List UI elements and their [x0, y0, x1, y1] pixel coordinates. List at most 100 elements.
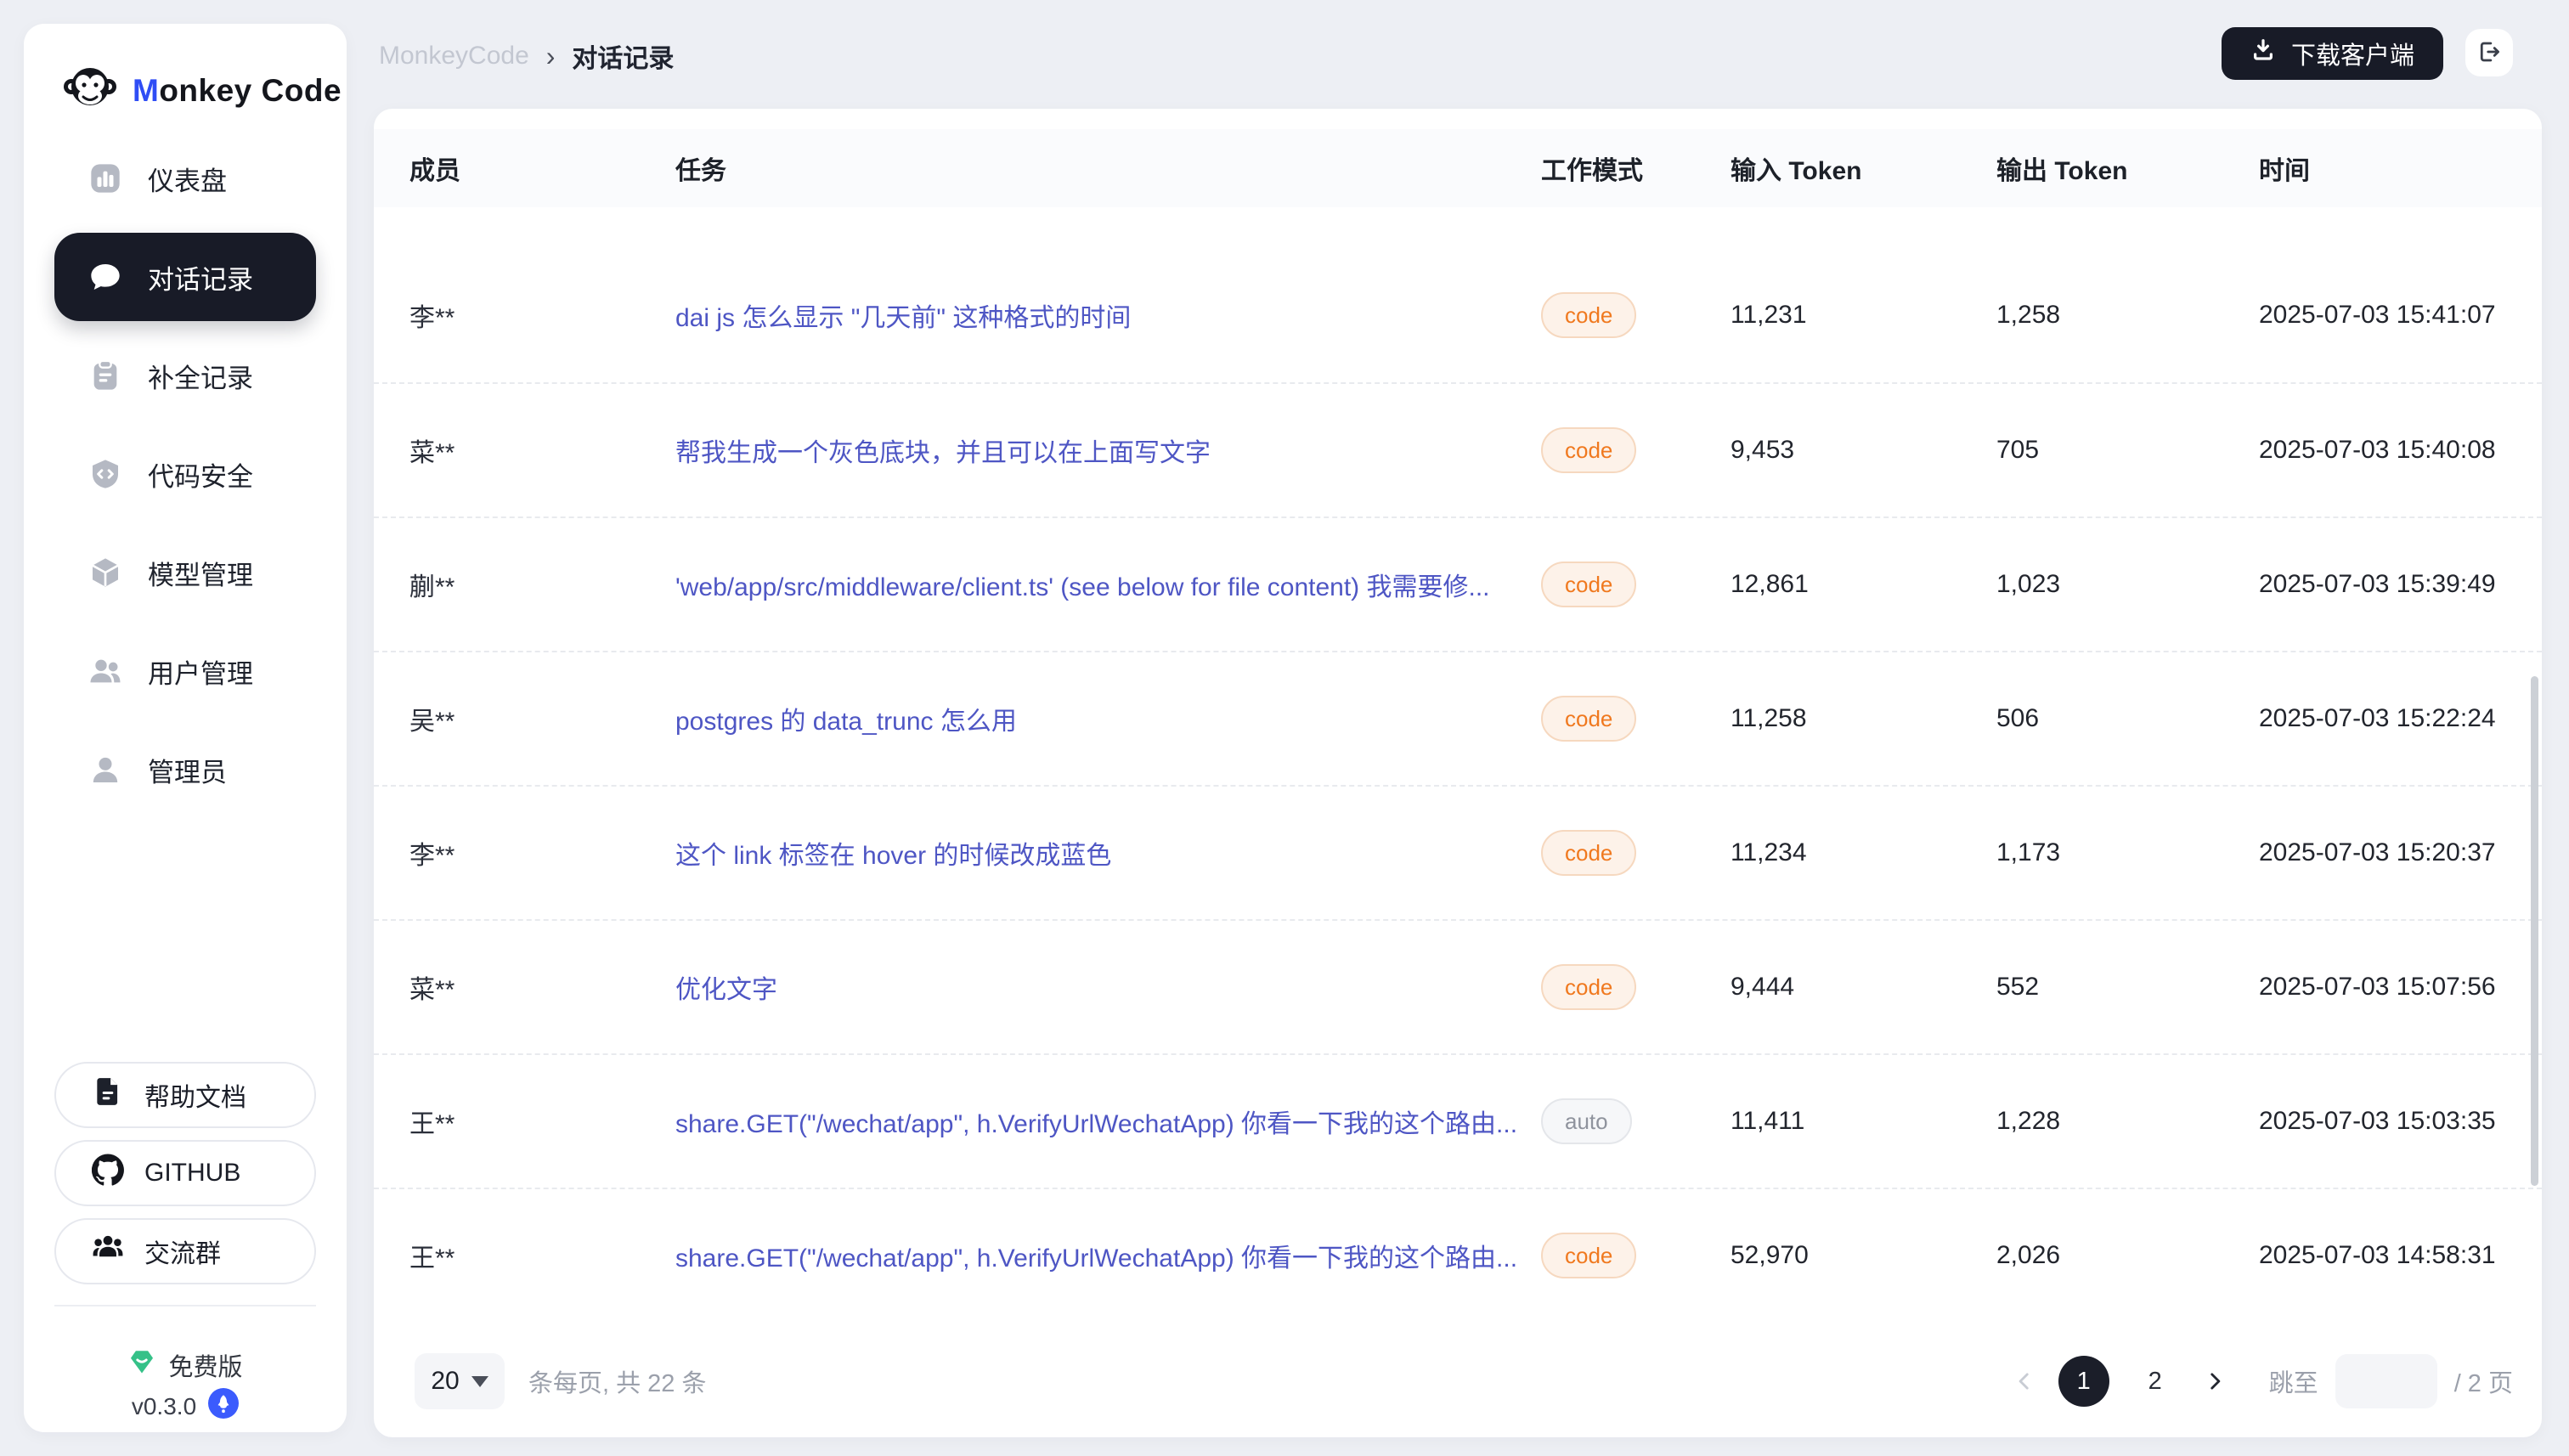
work-mode-badge: code: [1541, 427, 1636, 473]
download-client-button[interactable]: 下载客户端: [2222, 27, 2443, 80]
time-cell: 2025-07-03 15:41:07: [2259, 248, 2539, 382]
brand-name: Monkey Code: [133, 73, 342, 109]
logout-icon: [2476, 39, 2502, 67]
input-token-cell: 11,234: [1731, 787, 1985, 919]
task-link[interactable]: share.GET("/wechat/app", h.VerifyUrlWech…: [675, 1237, 1517, 1274]
jump-to-page-input[interactable]: [2335, 1354, 2437, 1408]
time-cell: 2025-07-03 15:39:49: [2259, 518, 2539, 651]
page-size-select[interactable]: 20: [415, 1353, 505, 1409]
logout-button[interactable]: [2465, 29, 2513, 76]
document-icon: [92, 1075, 124, 1115]
github-label: GITHUB: [144, 1159, 240, 1188]
sidebar-item-label: 仪表盘: [148, 160, 227, 198]
column-header-member: 成员: [409, 129, 664, 207]
help-docs-label: 帮助文档: [144, 1076, 246, 1114]
time-cell: 2025-07-03 15:40:08: [2259, 384, 2539, 516]
edition-badge: 免费版: [24, 1347, 347, 1383]
member-cell: 王**: [409, 1189, 664, 1322]
vertical-scrollbar-thumb[interactable]: [2531, 676, 2538, 1186]
output-token-cell: 1,173: [1996, 787, 2243, 919]
task-link[interactable]: dai js 怎么显示 "几天前" 这种格式的时间: [675, 296, 1131, 334]
prev-page-button[interactable]: [2001, 1357, 2048, 1405]
work-mode-badge: code: [1541, 1233, 1636, 1278]
shield-code-icon: [87, 455, 124, 493]
time-cell: 2025-07-03 14:58:31: [2259, 1189, 2539, 1322]
work-mode-badge: code: [1541, 830, 1636, 876]
page-button-1[interactable]: 1: [2058, 1356, 2109, 1407]
input-token-cell: 52,970: [1731, 1189, 1985, 1322]
sidebar-item-label: 对话记录: [148, 258, 253, 296]
member-cell: 王**: [409, 1055, 664, 1188]
total-pages-label: / 2 页: [2454, 1363, 2513, 1399]
breadcrumb: MonkeyCode › 对话记录: [379, 37, 674, 75]
task-link[interactable]: 这个 link 标签在 hover 的时候改成蓝色: [675, 834, 1111, 872]
table-row: 菜** 优化文字 code 9,444 552 2025-07-03 15:07…: [374, 919, 2542, 1053]
table-row: 李** dai js 怎么显示 "几天前" 这种格式的时间 code 11,23…: [374, 248, 2542, 382]
admin-user-icon: [87, 751, 124, 788]
dashboard-icon: [87, 160, 124, 197]
records-table-card: 成员 任务 工作模式 输入 Token 输出 Token 时间 李** dai …: [374, 109, 2542, 1437]
work-mode-badge: code: [1541, 562, 1636, 607]
task-link[interactable]: 优化文字: [675, 968, 777, 1006]
table-row: 吴** postgres 的 data_trunc 怎么用 code 11,25…: [374, 651, 2542, 785]
column-header-time: 时间: [2259, 129, 2539, 207]
member-cell: 李**: [409, 248, 664, 382]
pagination-right: 1 2 跳至 / 2 页: [2001, 1347, 2513, 1415]
sidebar-item-admin[interactable]: 管理员: [54, 725, 316, 814]
pagination-left: 20 条每页, 共 22 条: [415, 1347, 707, 1415]
sidebar: Monkey Code 仪表盘 对话记录 补全记录: [24, 24, 347, 1432]
users-icon: [87, 652, 124, 690]
github-button[interactable]: GITHUB: [54, 1140, 316, 1206]
breadcrumb-separator: ›: [546, 41, 556, 72]
community-group-button[interactable]: 交流群: [54, 1218, 316, 1284]
sidebar-item-label: 用户管理: [148, 652, 253, 691]
time-cell: 2025-07-03 15:03:35: [2259, 1055, 2539, 1188]
sidebar-item-user-management[interactable]: 用户管理: [54, 627, 316, 715]
column-header-output-token: 输出 Token: [1996, 129, 2243, 207]
pagination: 20 条每页, 共 22 条 1 2 跳至 / 2 页: [374, 1347, 2542, 1415]
version-label: v0.3.0: [132, 1393, 196, 1420]
sidebar-item-code-security[interactable]: 代码安全: [54, 430, 316, 518]
sidebar-item-label: 代码安全: [148, 455, 253, 494]
upgrade-icon[interactable]: [208, 1388, 239, 1425]
page: Monkey Code 仪表盘 对话记录 补全记录: [0, 0, 2569, 1456]
github-icon: [92, 1154, 124, 1193]
sidebar-item-label: 管理员: [148, 751, 227, 789]
task-link[interactable]: 帮我生成一个灰色底块，并且可以在上面写文字: [675, 432, 1211, 469]
sidebar-item-completion-history[interactable]: 补全记录: [54, 331, 316, 420]
time-cell: 2025-07-03 15:07:56: [2259, 921, 2539, 1053]
input-token-cell: 12,861: [1731, 518, 1985, 651]
sidebar-item-label: 补全记录: [148, 357, 253, 395]
output-token-cell: 506: [1996, 652, 2243, 785]
table-header: 成员 任务 工作模式 输入 Token 输出 Token 时间: [374, 129, 2542, 207]
member-cell: 菜**: [409, 921, 664, 1053]
chevron-down-icon: [471, 1376, 488, 1387]
breadcrumb-root[interactable]: MonkeyCode: [379, 42, 529, 71]
column-header-mode: 工作模式: [1541, 129, 1724, 207]
sidebar-item-dashboard[interactable]: 仪表盘: [54, 134, 316, 223]
breadcrumb-current: 对话记录: [572, 37, 674, 75]
next-page-button[interactable]: [2191, 1357, 2239, 1405]
work-mode-badge: code: [1541, 696, 1636, 742]
sidebar-item-chat-history[interactable]: 对话记录: [54, 233, 316, 321]
cube-icon: [87, 554, 124, 591]
help-docs-button[interactable]: 帮助文档: [54, 1062, 316, 1128]
sidebar-divider: [54, 1305, 316, 1306]
sidebar-nav: 仪表盘 对话记录 补全记录 代码安全: [54, 134, 316, 824]
task-link[interactable]: share.GET("/wechat/app", h.VerifyUrlWech…: [675, 1103, 1517, 1140]
table-row: 王** share.GET("/wechat/app", h.VerifyUrl…: [374, 1188, 2542, 1322]
brand: Monkey Code: [63, 61, 342, 120]
task-link[interactable]: postgres 的 data_trunc 怎么用: [675, 700, 1017, 737]
page-button-2[interactable]: 2: [2130, 1356, 2181, 1407]
sidebar-item-label: 模型管理: [148, 554, 253, 592]
group-icon: [92, 1232, 124, 1271]
input-token-cell: 11,258: [1731, 652, 1985, 785]
column-header-input-token: 输入 Token: [1731, 129, 1985, 207]
task-link[interactable]: 'web/app/src/middleware/client.ts' (see …: [675, 566, 1490, 603]
clipboard-icon: [87, 357, 124, 394]
monkey-logo-icon: [63, 61, 117, 120]
output-token-cell: 1,023: [1996, 518, 2243, 651]
member-cell: 蒯**: [409, 518, 664, 651]
input-token-cell: 11,411: [1731, 1055, 1985, 1188]
sidebar-item-model-management[interactable]: 模型管理: [54, 528, 316, 617]
